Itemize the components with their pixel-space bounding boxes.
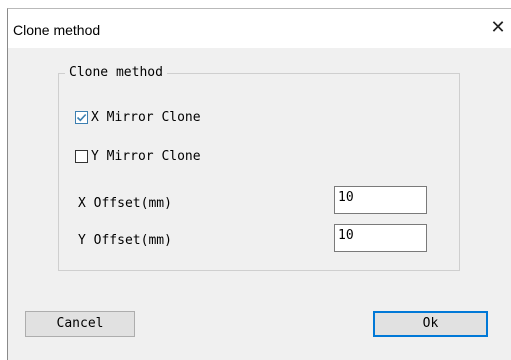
y-offset-input[interactable]: 10 [334, 224, 427, 252]
checkbox-checked-icon[interactable] [75, 110, 88, 124]
title-bar: Clone method ✕ [8, 9, 511, 48]
ok-button[interactable]: Ok [373, 311, 488, 337]
y-mirror-clone-label: Y Mirror Clone [91, 148, 201, 164]
x-mirror-clone-checkbox[interactable]: X Mirror Clone [75, 108, 201, 126]
close-icon[interactable]: ✕ [487, 16, 509, 40]
y-mirror-clone-checkbox[interactable]: Y Mirror Clone [75, 147, 201, 165]
x-offset-input[interactable]: 10 [334, 186, 427, 214]
checkbox-unchecked-icon[interactable] [75, 149, 88, 163]
cancel-button[interactable]: Cancel [25, 311, 135, 337]
x-mirror-clone-label: X Mirror Clone [91, 109, 201, 125]
dialog-title: Clone method [13, 22, 101, 38]
y-offset-label: Y Offset(mm) [78, 233, 172, 248]
x-offset-label: X Offset(mm) [78, 196, 172, 211]
groupbox-legend: Clone method [65, 65, 167, 80]
